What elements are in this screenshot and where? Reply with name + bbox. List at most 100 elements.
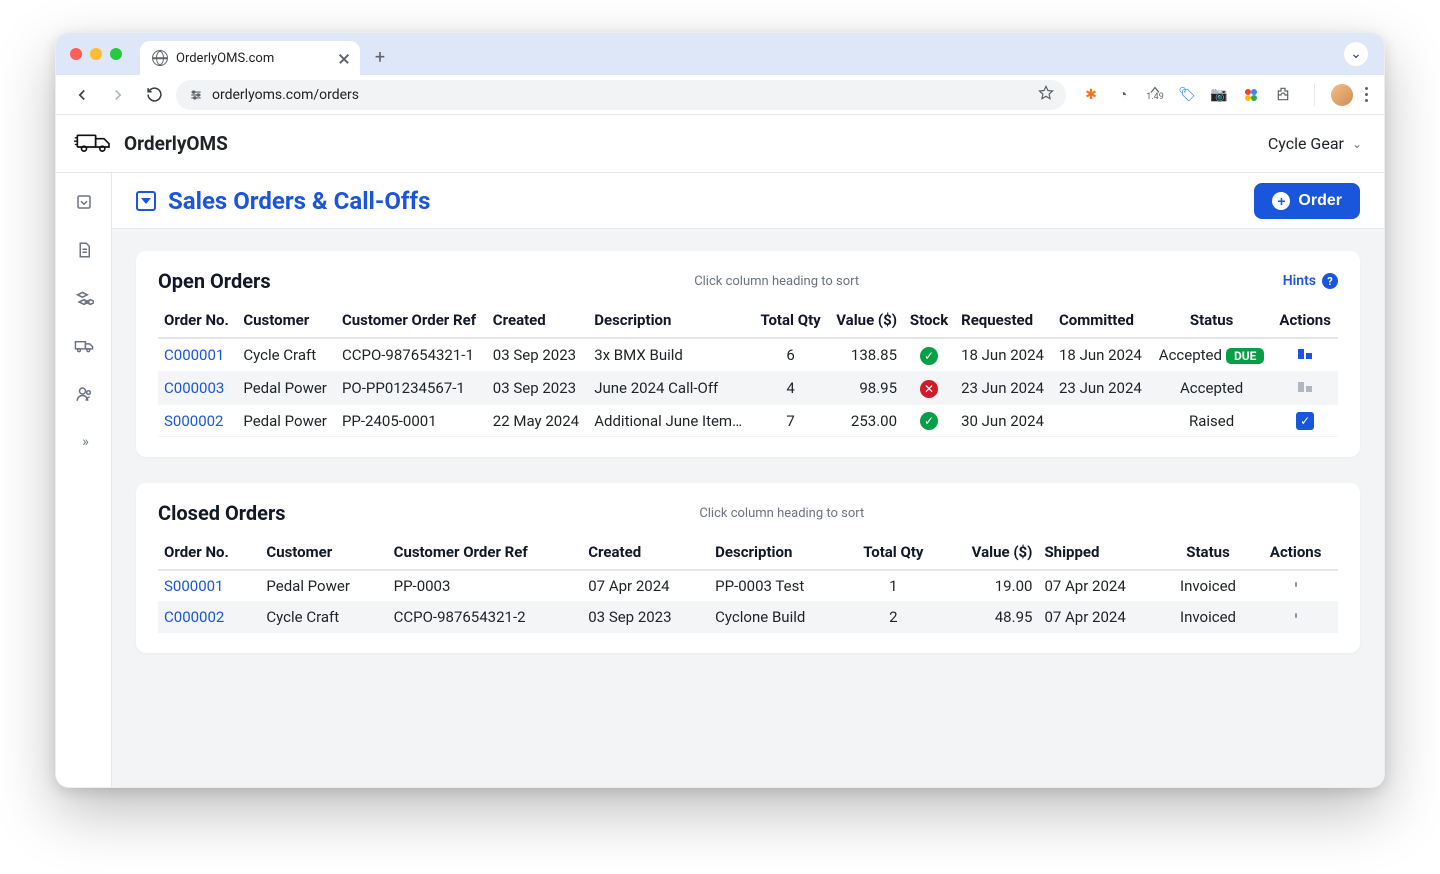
brand-name: OrderlyOMS [124,132,228,155]
cell-actions: ✓ [1272,405,1338,437]
browser-menu-button[interactable] [1361,87,1372,102]
col-committed[interactable]: Committed [1053,303,1151,338]
extensions-button[interactable] [1274,86,1292,104]
allocate-icon[interactable] [1295,347,1315,365]
cell-status: Invoiced [1163,570,1254,602]
col-actions[interactable]: Actions [1272,303,1338,338]
sidebar-item-shipping[interactable] [73,335,95,357]
ext-icon[interactable]: 🏷 [1178,86,1196,104]
order-link[interactable]: C000003 [164,379,224,397]
col-order-no[interactable]: Order No. [158,535,260,570]
cell-qty: 1 [845,570,941,602]
cell-stock: ✕ [903,372,955,405]
tenant-name: Cycle Gear [1268,134,1344,153]
browser-tab[interactable]: OrderlyOMS.com [140,41,360,75]
cell-created: 07 Apr 2024 [582,570,709,602]
new-tab-button[interactable]: + [366,43,394,71]
cell-stock: ✓ [903,338,955,372]
col-value[interactable]: Value ($) [828,303,903,338]
order-link[interactable]: C000001 [164,346,224,364]
browser-tab-strip: OrderlyOMS.com + ⌄ [56,33,1384,75]
forward-button[interactable] [104,81,132,109]
ext-icon[interactable]: ✱ [1082,86,1100,104]
cell-value: 253.00 [828,405,903,437]
sidebar-item-users[interactable] [73,383,95,405]
confirm-icon[interactable]: ✓ [1296,412,1314,430]
window-close-button[interactable] [70,48,82,60]
tenant-switcher[interactable]: Cycle Gear ⌄ [1268,134,1362,153]
order-button-label: Order [1298,192,1342,210]
cell-desc: 3x BMX Build [588,338,753,372]
col-created[interactable]: Created [582,535,709,570]
cell-value: 19.00 [941,570,1038,602]
window-minimize-button[interactable] [90,48,102,60]
sidebar-item-orders[interactable] [73,191,95,213]
page-dropdown-icon[interactable] [136,191,156,211]
ext-icon[interactable]: 📷 [1210,86,1228,104]
col-total-qty[interactable]: Total Qty [753,303,828,338]
col-shipped[interactable]: Shipped [1038,535,1162,570]
app-header: OrderlyOMS Cycle Gear ⌄ [56,115,1384,173]
col-value[interactable]: Value ($) [941,535,1038,570]
col-customer-ref[interactable]: Customer Order Ref [336,303,487,338]
question-icon: ? [1322,273,1338,289]
sort-hint: Click column heading to sort [271,274,1283,289]
hints-label: Hints [1283,273,1316,289]
col-requested[interactable]: Requested [955,303,1053,338]
cell-ref: CCPO-987654321-2 [388,602,583,633]
open-orders-title: Open Orders [158,269,271,293]
ext-icon[interactable] [1242,86,1260,104]
window-zoom-button[interactable] [110,48,122,60]
cell-status: Invoiced [1163,602,1254,633]
reload-button[interactable] [140,81,168,109]
bookmark-icon[interactable] [1038,85,1054,105]
open-orders-table: Order No. Customer Customer Order Ref Cr… [158,303,1338,437]
site-settings-icon[interactable] [188,87,204,103]
page-title: Sales Orders & Call-Offs [168,187,430,215]
back-button[interactable] [68,81,96,109]
col-description[interactable]: Description [709,535,845,570]
col-total-qty[interactable]: Total Qty [845,535,941,570]
col-status[interactable]: Status [1163,535,1254,570]
new-order-button[interactable]: + Order [1254,183,1360,219]
window-controls [70,33,140,75]
col-customer[interactable]: Customer [237,303,336,338]
cell-requested: 18 Jun 2024 [955,338,1053,372]
sidebar-expand-button[interactable]: » [73,431,95,453]
order-link[interactable]: C000002 [164,608,224,626]
order-link[interactable]: S000002 [164,412,224,430]
sidebar: » [56,173,112,787]
hints-link[interactable]: Hints ? [1283,273,1338,289]
closed-orders-title: Closed Orders [158,501,286,525]
col-created[interactable]: Created [487,303,588,338]
tab-overflow-button[interactable]: ⌄ [1344,42,1368,66]
profile-avatar[interactable] [1331,84,1353,106]
cell-desc: Cyclone Build [709,602,845,633]
col-description[interactable]: Description [588,303,753,338]
col-status[interactable]: Status [1151,303,1272,338]
table-row: C000002Cycle CraftCCPO-987654321-203 Sep… [158,602,1338,633]
cell-actions [1253,570,1338,602]
closed-orders-table: Order No. Customer Customer Order Ref Cr… [158,535,1338,633]
ext-icon[interactable]: ◔ [1114,86,1132,104]
chevron-down-icon: ⌄ [1352,137,1362,151]
cell-ref: PO-PP01234567-1 [336,372,487,405]
sidebar-item-inventory[interactable] [73,287,95,309]
address-bar[interactable]: orderlyoms.com/orders [176,80,1066,110]
col-actions[interactable]: Actions [1253,535,1338,570]
cell-shipped: 07 Apr 2024 [1038,602,1162,633]
close-icon[interactable] [338,52,350,64]
cell-committed: 18 Jun 2024 [1053,338,1151,372]
globe-icon [152,50,168,66]
col-stock[interactable]: Stock [903,303,955,338]
extension-icons: ✱ ◔ 1.49 🏷 📷 [1074,86,1298,104]
order-link[interactable]: S000001 [164,577,224,595]
sidebar-item-documents[interactable] [73,239,95,261]
ext-icon[interactable]: 1.49 [1146,86,1164,104]
col-order-no[interactable]: Order No. [158,303,237,338]
table-row: C000001Cycle CraftCCPO-987654321-103 Sep… [158,338,1338,372]
col-customer-ref[interactable]: Customer Order Ref [388,535,583,570]
app-logo[interactable]: OrderlyOMS [74,128,228,160]
stock-ok-icon: ✓ [920,412,938,430]
col-customer[interactable]: Customer [260,535,387,570]
